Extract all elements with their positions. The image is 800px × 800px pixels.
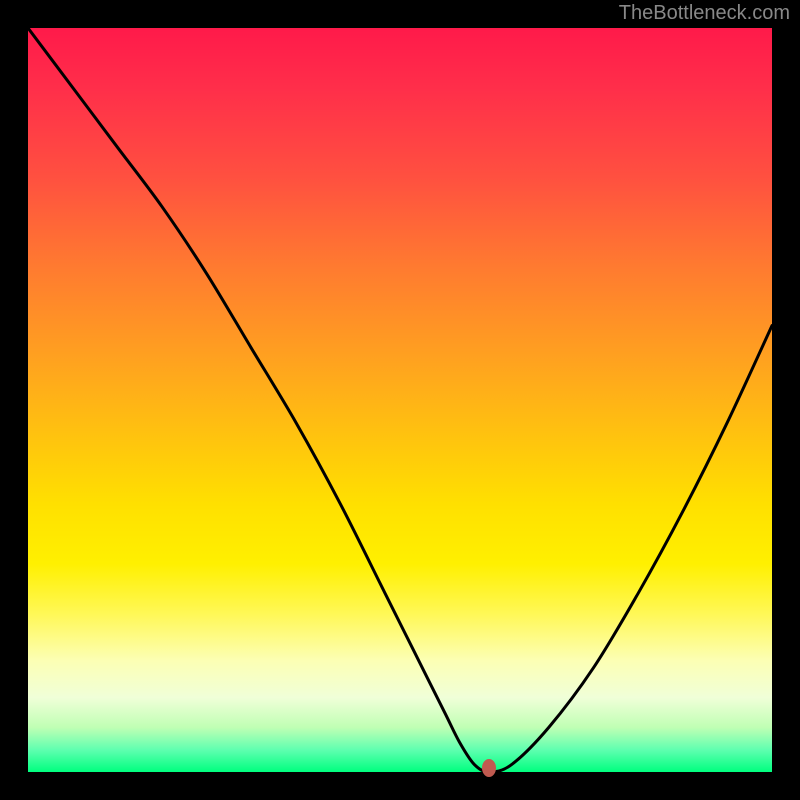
- chart-plot-area: [28, 28, 772, 772]
- optimal-point-marker: [482, 759, 496, 777]
- watermark-text: TheBottleneck.com: [619, 2, 790, 25]
- bottleneck-curve: [28, 28, 772, 772]
